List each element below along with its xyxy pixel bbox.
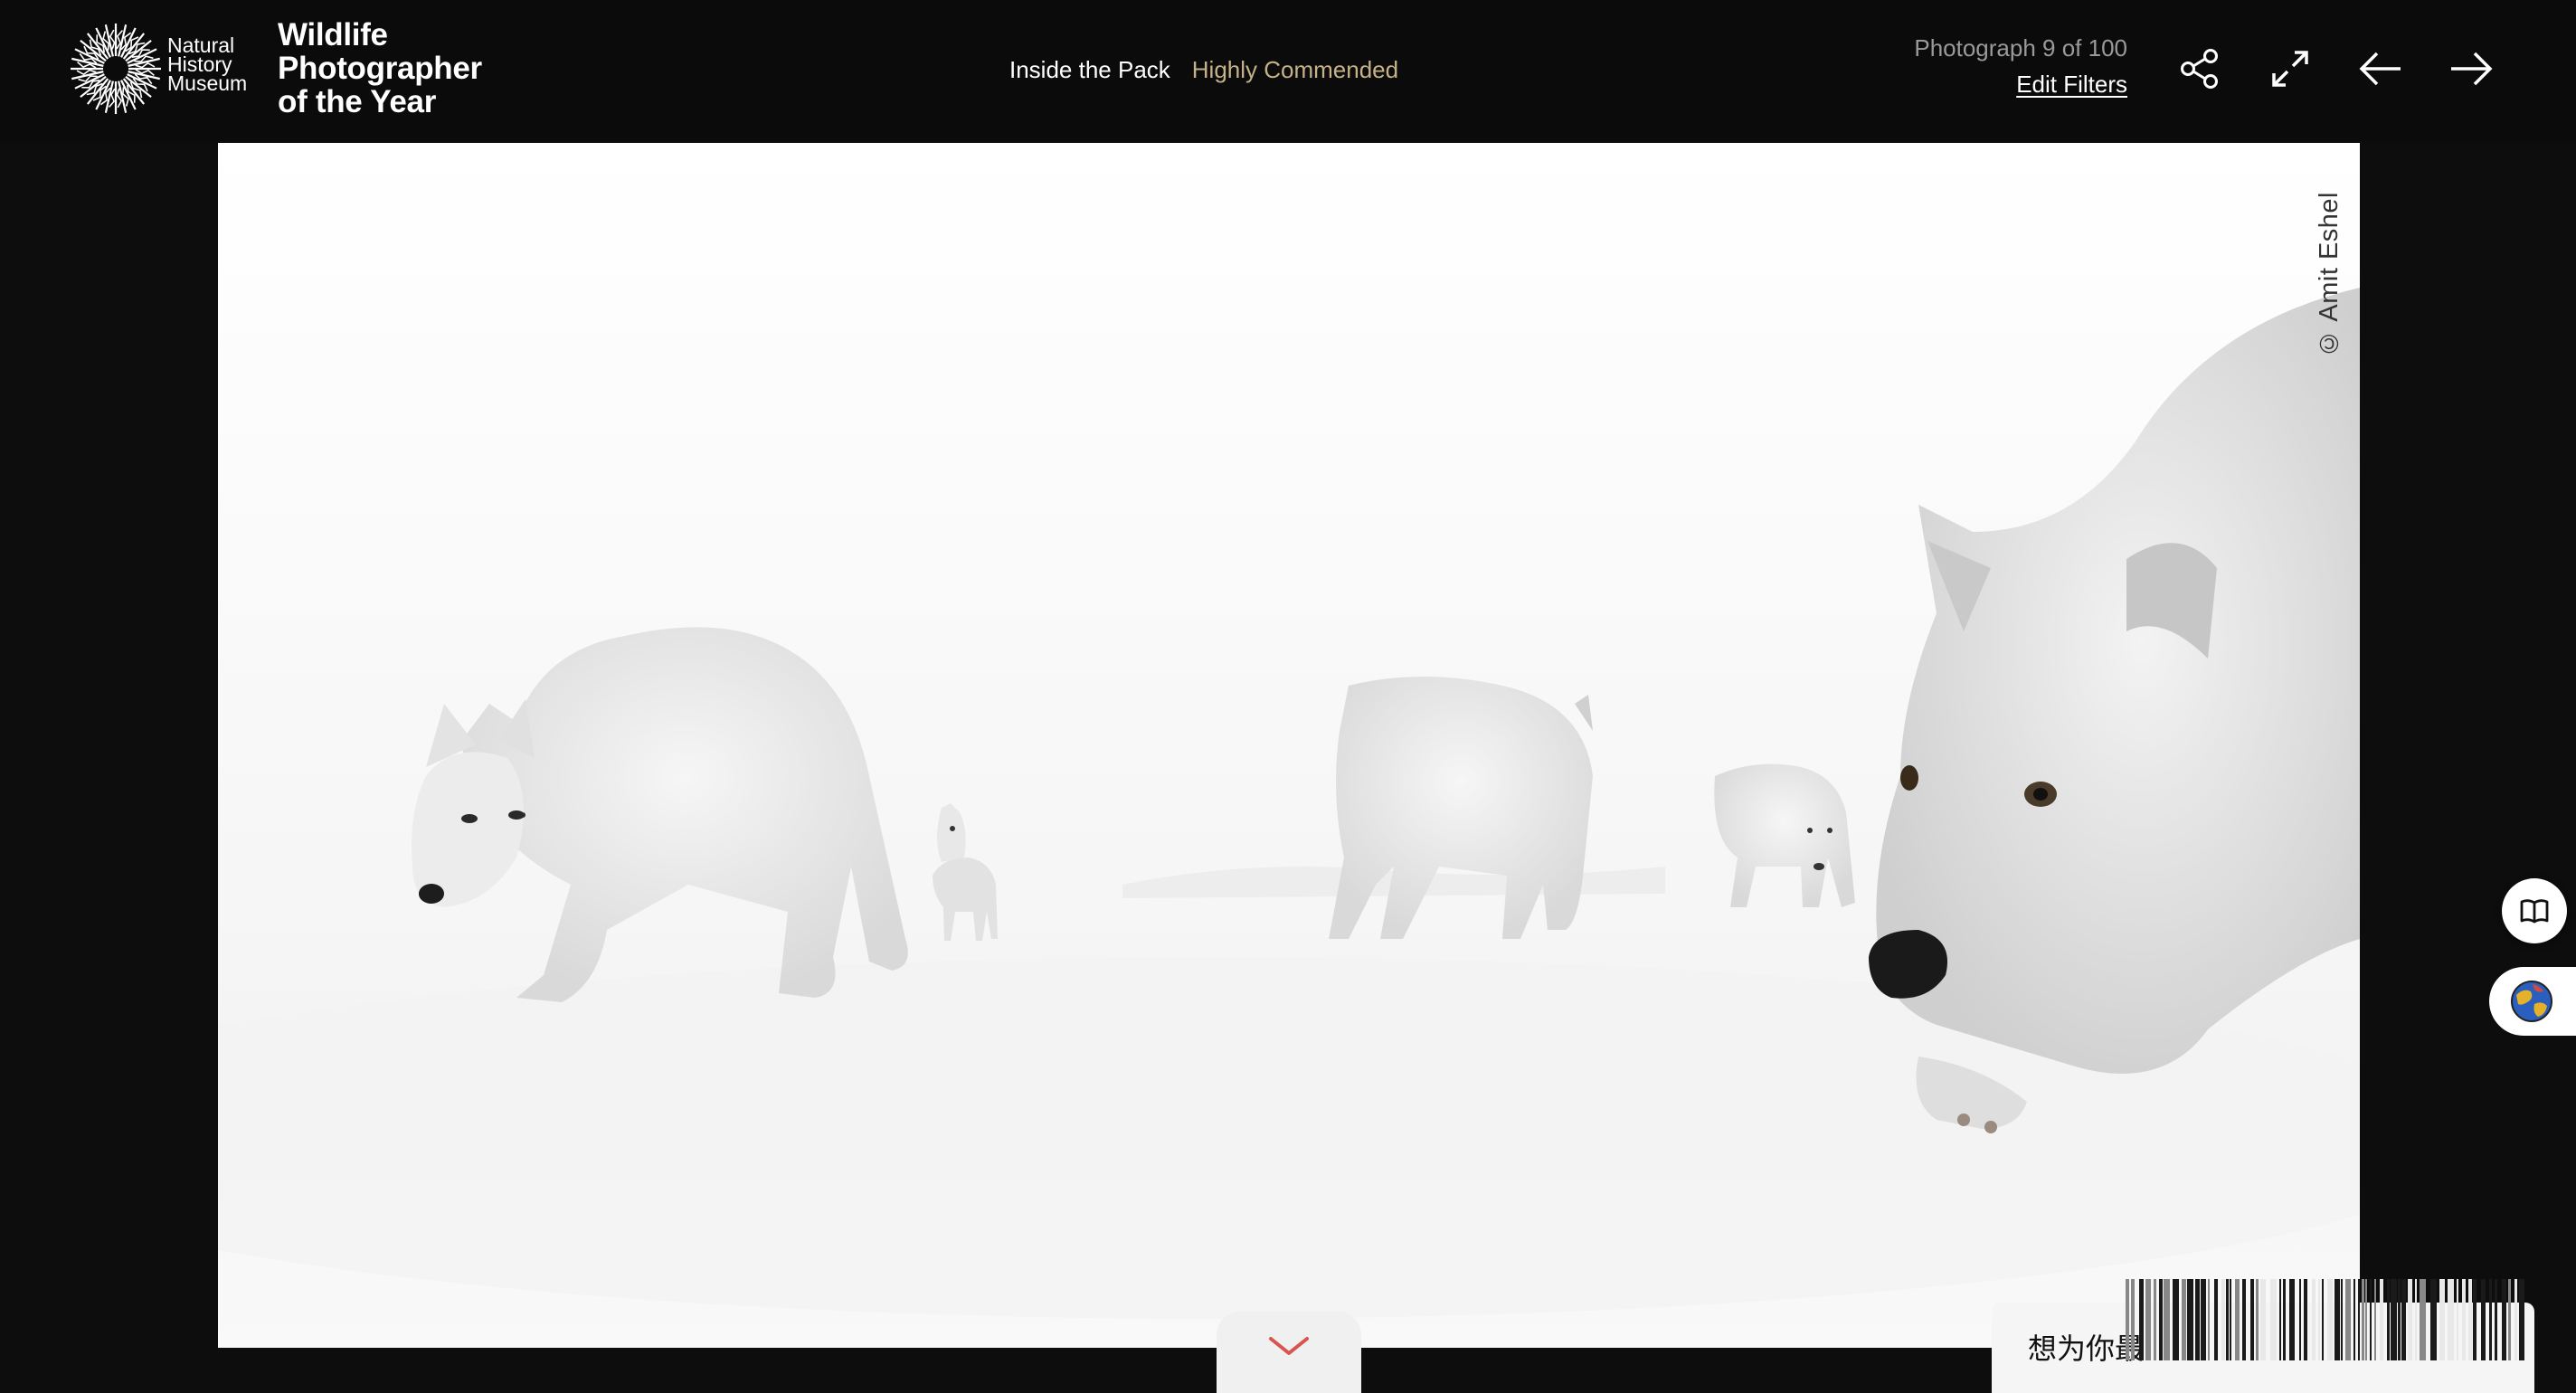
main-photo[interactable]: © Amit Eshel: [218, 143, 2360, 1348]
wpy-title-line-2: Photographer: [278, 51, 482, 86]
arrow-right-icon[interactable]: [2448, 45, 2495, 92]
arrow-left-icon[interactable]: [2357, 45, 2404, 92]
globe-icon: [2511, 981, 2552, 1022]
fullscreen-icon[interactable]: [2267, 45, 2314, 92]
award-label: Highly Commended: [1191, 56, 1399, 83]
photo-counter: Photograph 9 of 100: [1914, 34, 2127, 62]
book-icon: [2520, 899, 2549, 924]
wpy-title-line-1: Wildlife: [278, 17, 388, 52]
image-title-group: Inside the Pack Highly Commended: [1009, 56, 1398, 84]
wpy-title-line-3: of the Year: [278, 84, 437, 119]
image-title: Inside the Pack: [1009, 56, 1170, 83]
reader-mode-button[interactable]: [2502, 878, 2567, 943]
nhm-logo-icon[interactable]: [69, 22, 163, 116]
chevron-down-icon: [1269, 1337, 1309, 1355]
nhm-logo-text[interactable]: Natural History Museum: [167, 35, 248, 95]
share-icon[interactable]: [2176, 45, 2223, 92]
header: Natural History Museum Wildlife Photogra…: [0, 0, 2576, 141]
wpy-title-link[interactable]: Wildlife Photographer of the Year: [278, 18, 482, 118]
rendering-artifact: [2126, 1279, 2524, 1360]
photo-credit: © Amit Eshel: [2315, 192, 2344, 358]
logo-line-museum: Museum: [167, 71, 248, 95]
scroll-down-button[interactable]: [1217, 1312, 1361, 1393]
edit-filters-link[interactable]: Edit Filters: [2016, 71, 2127, 99]
wolves-photo-image: [218, 143, 2360, 1348]
translate-button[interactable]: [2489, 967, 2576, 1036]
